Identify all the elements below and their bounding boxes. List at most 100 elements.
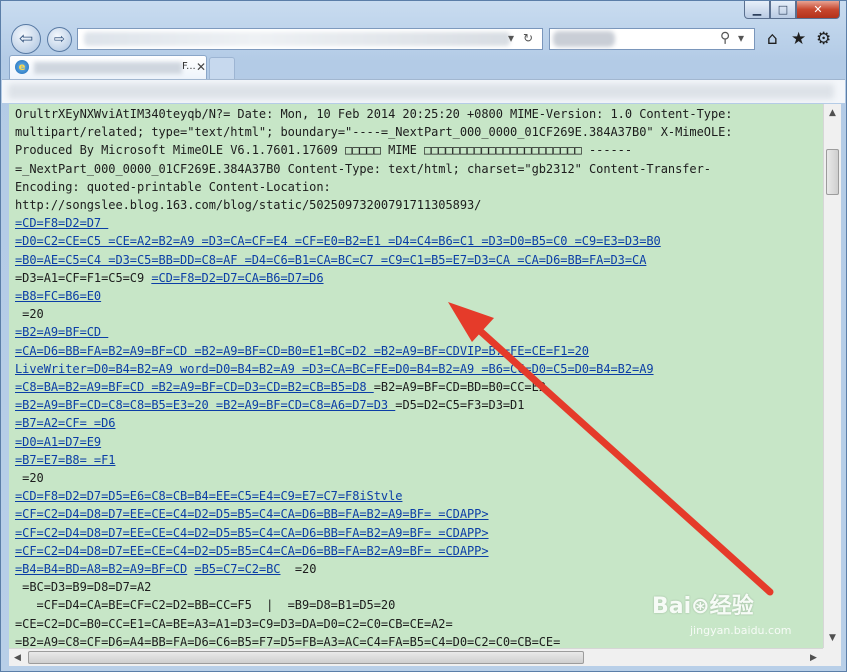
source-text: =CF=D4=CA=BE=CF=C2=D2=BB=CC=F5 | =B9=D8=…: [15, 598, 396, 613]
tools-gear-icon[interactable]: ⚙: [816, 29, 831, 49]
source-line: =D0=C2=CE=C5 =CE=A2=B2=A9 =D3=CA=CF=E4 =…: [15, 232, 732, 250]
source-text: =B2=A9=BF=CD=BD=B0=CC=E2: [373, 380, 546, 395]
browser-tab[interactable]: e F... ✕: [9, 55, 207, 79]
address-value-redacted: [84, 32, 510, 46]
source-text: =BC=D3=B9=D8=D7=A2: [15, 580, 152, 595]
source-line: =CD=F8=D2=D7=D5=E6=C8=CB=B4=EE=C5=E4=C9=…: [15, 487, 732, 505]
encoded-link[interactable]: =CF=C2=D4=D8=D7=EE=CE=C4=D2=D5=B5=C4=CA=…: [15, 544, 489, 558]
search-box[interactable]: ⚲ ▾: [549, 28, 755, 50]
source-line: =B8=FC=B6=E0: [15, 287, 732, 305]
encoded-link[interactable]: =B0=AE=C5=C4 =D3=C5=BB=DD=C8=AF =D4=C6=B…: [15, 253, 646, 267]
source-text: http://songslee.blog.163.com/blog/static…: [15, 198, 482, 213]
source-text: =CE=C2=DC=B0=CC=E1=CA=BE=A3=A1=D3=C9=D3=…: [15, 616, 453, 631]
source-line: =BC=D3=B9=D8=D7=A2: [15, 578, 732, 596]
caption-buttons: ▁ □ ✕: [744, 1, 840, 19]
source-line: http://songslee.blog.163.com/blog/static…: [15, 196, 732, 214]
source-text: multipart/related; type="text/html"; bou…: [15, 125, 733, 140]
encoded-link[interactable]: =D0=A1=D7=E9: [15, 435, 101, 449]
source-line: OrultrXEyNXWviAtIM340teyqb/N?= Date: Mon…: [15, 105, 733, 123]
encoded-link[interactable]: =B8=FC=B6=E0: [15, 289, 101, 303]
baidu-watermark-url: jingyan.baidu.com: [690, 624, 792, 637]
page-content: OrultrXEyNXWviAtIM340teyqb/N?= Date: Mon…: [9, 104, 823, 648]
search-provider-redacted: [553, 31, 615, 47]
home-icon[interactable]: ⌂: [767, 29, 778, 49]
refresh-icon[interactable]: ↻: [523, 31, 533, 45]
source-line: Produced By Microsoft MimeOLE V6.1.7601.…: [15, 141, 732, 159]
source-line: =CD=F8=D2=D7: [15, 214, 732, 232]
new-tab-button[interactable]: [209, 57, 235, 79]
close-button[interactable]: ✕: [796, 1, 840, 19]
encoded-link[interactable]: =CF=C2=D4=D8=D7=EE=CE=C4=D2=D5=B5=C4=CA=…: [15, 507, 489, 521]
encoded-link[interactable]: =CD=F8=D2=D7=D5=E6=C8=CB=B4=EE=C5=E4=C9=…: [15, 489, 402, 503]
scroll-up-icon[interactable]: ▲: [824, 104, 841, 121]
source-line: =20: [15, 469, 732, 487]
source-text: =D3=A1=CF=F1=C5=C9: [15, 270, 152, 285]
source-line: =B4=B4=BD=A8=B2=A9=BF=CD =B5=C7=C2=BC =2…: [15, 560, 732, 578]
minimize-button[interactable]: ▁: [744, 1, 770, 19]
source-line: =B2=A9=C8=CF=D6=A4=BB=FA=D6=C6=B5=F7=D5=…: [15, 633, 732, 648]
forward-button[interactable]: ⇨: [47, 27, 72, 52]
source-line: =C8=BA=B2=A9=BF=CD =B2=A9=BF=CD=D3=CD=B2…: [15, 378, 732, 396]
scrollbar-corner: [823, 648, 841, 666]
source-line: =B2=A9=BF=CD: [15, 323, 732, 341]
scroll-left-icon[interactable]: ◀: [9, 649, 26, 666]
source-text: Produced By Microsoft MimeOLE V6.1.7601.…: [15, 143, 633, 158]
source-line: =CF=C2=D4=D8=D7=EE=CE=C4=D2=D5=B5=C4=CA=…: [15, 542, 732, 560]
source-text: Encoding: quoted-printable Content-Locat…: [15, 179, 331, 194]
baidu-watermark-logo: Bai⊛经验: [652, 594, 754, 619]
encoded-link[interactable]: LiveWriter=D0=B4=B2=A9 word=D0=B4=B2=A9 …: [15, 362, 654, 376]
horizontal-scrollbar[interactable]: ◀ ▶: [9, 648, 823, 666]
favorites-icon[interactable]: ★: [791, 29, 806, 49]
back-button[interactable]: ⇦: [11, 24, 41, 54]
source-text: OrultrXEyNXWviAtIM340teyqb/N?= Date: Mon…: [15, 107, 733, 121]
search-icon[interactable]: ⚲: [720, 30, 730, 46]
encoded-link[interactable]: =B2=A9=BF=CD: [15, 325, 108, 339]
encoded-link[interactable]: =B5=C7=C2=BC: [194, 562, 280, 576]
tab-title-suffix: F...: [182, 61, 196, 72]
encoded-link[interactable]: =B7=A2=CF= =D6: [15, 416, 116, 430]
encoded-link[interactable]: =C8=BA=B2=A9=BF=CD =B2=A9=BF=CD=D3=CD=B2…: [15, 380, 374, 394]
encoded-link[interactable]: =B4=B4=BD=A8=B2=A9=BF=CD: [15, 562, 187, 576]
tab-title-redacted: [34, 62, 182, 74]
encoded-link[interactable]: =CD=F8=D2=D7: [15, 216, 108, 230]
vertical-scrollbar[interactable]: ▲ ▼: [823, 104, 841, 648]
source-text: =20: [280, 562, 317, 577]
source-line: Encoding: quoted-printable Content-Locat…: [15, 178, 732, 196]
vertical-scroll-thumb[interactable]: [826, 149, 839, 195]
source-line: =B7=A2=CF= =D6: [15, 414, 732, 432]
source-line: =20: [15, 305, 732, 323]
source-line: =CE=C2=DC=B0=CC=E1=CA=BE=A3=A1=D3=C9=D3=…: [15, 615, 732, 633]
source-line: =CF=D4=CA=BE=CF=C2=D2=BB=CC=F5 | =B9=D8=…: [15, 596, 732, 614]
source-line: =B2=A9=BF=CD=C8=C8=B5=E3=20 =B2=A9=BF=CD…: [15, 396, 732, 414]
command-bar-redacted: [8, 84, 834, 99]
encoded-link[interactable]: =CA=D6=BB=FA=B2=A9=BF=CD =B2=A9=BF=CD=B0…: [15, 344, 589, 358]
encoded-link[interactable]: =CD=F8=D2=D7=CA=B6=D7=D6: [151, 271, 323, 285]
source-line: multipart/related; type="text/html"; bou…: [15, 123, 733, 141]
source-line: =CF=C2=D4=D8=D7=EE=CE=C4=D2=D5=B5=C4=CA=…: [15, 505, 732, 523]
horizontal-scroll-thumb[interactable]: [28, 651, 584, 664]
source-text: =_NextPart_000_0000_01CF269E.384A37B0 Co…: [15, 161, 711, 176]
address-dropdown-icon[interactable]: ▾: [508, 31, 514, 45]
arrow-right-icon: ⇨: [54, 32, 65, 47]
scroll-down-icon[interactable]: ▼: [824, 629, 841, 646]
ie-favicon-icon: e: [15, 60, 29, 74]
mime-source-text: OrultrXEyNXWviAtIM340teyqb/N?= Date: Mon…: [15, 105, 733, 648]
source-line: =CA=D6=BB=FA=B2=A9=BF=CD =B2=A9=BF=CD=B0…: [15, 342, 732, 360]
address-bar[interactable]: ▾ ↻: [77, 28, 543, 50]
source-text: =B2=A9=C8=CF=D6=A4=BB=FA=D6=C6=B5=F7=D5=…: [15, 634, 561, 648]
browser-window: ▁ □ ✕ ⇦ ⇨ ▾ ↻ ⚲ ▾ ⌂ ★ ⚙ e F... ✕ OrultrX…: [0, 0, 847, 672]
source-text: =20: [15, 471, 44, 486]
encoded-link[interactable]: =B7=E7=B8= =F1: [15, 453, 116, 467]
maximize-button[interactable]: □: [770, 1, 796, 19]
search-dropdown-icon[interactable]: ▾: [738, 31, 744, 45]
encoded-link[interactable]: =B2=A9=BF=CD=C8=C8=B5=E3=20 =B2=A9=BF=CD…: [15, 398, 395, 412]
source-line: =_NextPart_000_0000_01CF269E.384A37B0 Co…: [15, 160, 732, 178]
source-text: =20: [15, 307, 44, 322]
source-line: =CF=C2=D4=D8=D7=EE=CE=C4=D2=D5=B5=C4=CA=…: [15, 524, 732, 542]
encoded-link[interactable]: =CF=C2=D4=D8=D7=EE=CE=C4=D2=D5=B5=C4=CA=…: [15, 526, 489, 540]
encoded-link[interactable]: =D0=C2=CE=C5 =CE=A2=B2=A9 =D3=CA=CF=E4 =…: [15, 234, 661, 248]
scroll-right-icon[interactable]: ▶: [805, 649, 822, 666]
source-line: LiveWriter=D0=B4=B2=A9 word=D0=B4=B2=A9 …: [15, 360, 732, 378]
tab-close-icon[interactable]: ✕: [196, 60, 206, 74]
source-text: =D5=D2=C5=F3=D3=D1: [395, 398, 525, 413]
